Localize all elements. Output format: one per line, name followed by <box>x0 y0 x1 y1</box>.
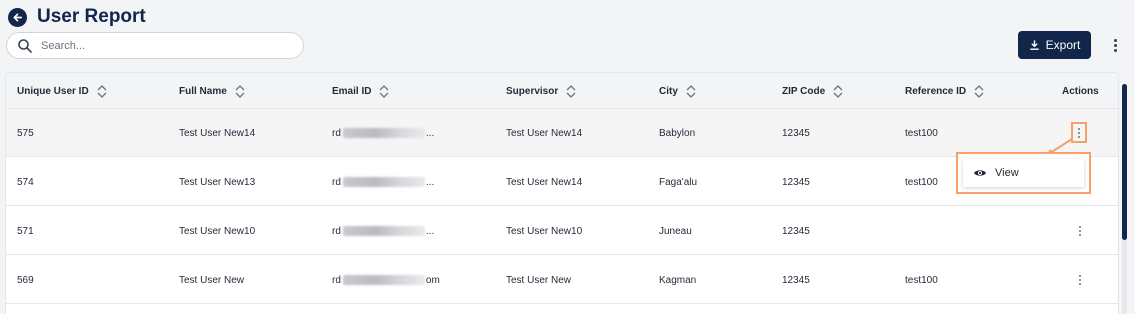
table-row[interactable]: 574 Test User New13 rd... Test User New1… <box>6 158 1118 206</box>
cell-user-id: 575 <box>17 127 34 139</box>
menu-item-view-label: View <box>995 167 1019 179</box>
sort-icon <box>97 84 107 98</box>
more-options-button[interactable] <box>1108 36 1122 54</box>
col-header-unique-user-id[interactable]: Unique User ID <box>17 73 107 109</box>
row-actions-button[interactable] <box>1070 256 1090 304</box>
search-icon <box>18 38 32 53</box>
page-header: User Report <box>8 6 146 28</box>
redacted-email <box>342 177 425 187</box>
page-title: User Report <box>37 6 146 27</box>
table-header: Unique User ID Full Name Email ID Superv… <box>6 73 1118 109</box>
export-button[interactable]: Export <box>1018 31 1091 59</box>
sort-icon <box>566 84 576 98</box>
sort-icon <box>379 84 389 98</box>
more-vertical-icon <box>1113 38 1117 42</box>
cell-zip: 12345 <box>782 225 810 237</box>
cell-full-name: Test User New14 <box>179 127 256 139</box>
redacted-email <box>342 226 425 236</box>
sort-icon <box>235 84 245 98</box>
cell-city: Kagman <box>659 274 697 286</box>
cell-city: Juneau <box>659 225 692 237</box>
cell-email: rd om <box>332 274 440 286</box>
cell-email: rd... <box>332 225 435 237</box>
table-row[interactable]: 571 Test User New10 rd... Test User New1… <box>6 207 1118 255</box>
cell-zip: 12345 <box>782 274 810 286</box>
back-arrow-icon <box>13 12 22 22</box>
menu-item-view[interactable]: View <box>963 159 1084 187</box>
cell-email: rd... <box>332 127 435 139</box>
col-header-supervisor[interactable]: Supervisor <box>506 73 576 109</box>
redacted-email <box>342 275 425 285</box>
col-header-actions: Actions <box>1062 85 1099 97</box>
cell-user-id: 574 <box>17 176 34 188</box>
eye-icon <box>974 170 986 176</box>
cell-supervisor: Test User New10 <box>506 225 583 237</box>
cell-full-name: Test User New13 <box>179 176 256 188</box>
actions-menu: View <box>956 152 1091 194</box>
cell-supervisor: Test User New14 <box>506 127 583 139</box>
cell-supervisor: Test User New <box>506 274 572 286</box>
back-button[interactable] <box>8 7 27 27</box>
table-row[interactable]: 575 Test User New14 rd... Test User New1… <box>6 109 1118 157</box>
search-input[interactable] <box>41 39 281 52</box>
col-header-full-name[interactable]: Full Name <box>179 73 245 109</box>
cell-user-id: 571 <box>17 225 34 237</box>
cell-reference-id: test100 <box>905 127 938 139</box>
more-vertical-icon <box>1078 127 1080 138</box>
col-header-zip-code[interactable]: ZIP Code <box>782 73 843 109</box>
col-header-reference-id[interactable]: Reference ID <box>905 73 984 109</box>
table-row[interactable]: 569 Test User New rd om Test User New Kag… <box>6 256 1118 304</box>
cell-zip: 12345 <box>782 176 810 188</box>
cell-reference-id: test100 <box>905 176 938 188</box>
cell-zip: 12345 <box>782 127 810 139</box>
cell-supervisor: Test User New14 <box>506 176 583 188</box>
export-label: Export <box>1045 38 1081 52</box>
sort-icon <box>974 84 984 98</box>
more-vertical-icon <box>1079 275 1081 285</box>
more-vertical-icon <box>1079 226 1081 236</box>
sort-icon <box>833 84 843 98</box>
sort-icon <box>686 84 696 98</box>
col-header-email-id[interactable]: Email ID <box>332 73 389 109</box>
search-bar[interactable] <box>6 32 304 59</box>
redacted-email <box>342 128 425 138</box>
scrollbar-thumb[interactable] <box>1122 84 1127 240</box>
download-icon <box>1029 39 1039 50</box>
cell-reference-id: test100 <box>905 274 938 286</box>
row-actions-button[interactable] <box>1070 207 1090 255</box>
cell-city: Babylon <box>659 127 696 139</box>
cell-full-name: Test User New10 <box>179 225 256 237</box>
cell-city: Faga'alu <box>659 176 698 188</box>
cell-full-name: Test User New <box>179 274 245 286</box>
cell-user-id: 569 <box>17 274 34 286</box>
user-table: Unique User ID Full Name Email ID Superv… <box>5 72 1119 314</box>
col-header-city[interactable]: City <box>659 73 696 109</box>
